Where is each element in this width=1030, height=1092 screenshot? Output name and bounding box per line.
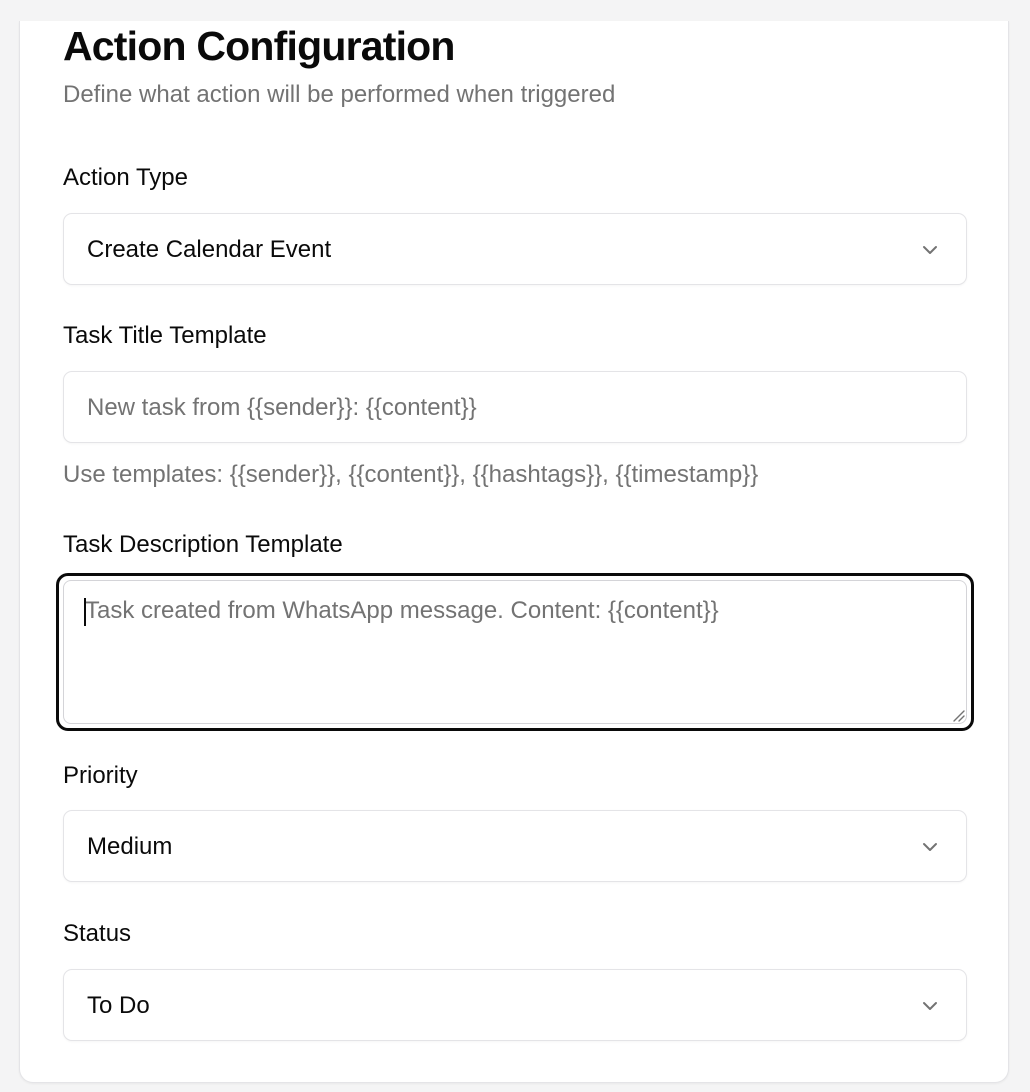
text-caret: [84, 598, 86, 626]
action-configuration-card: Action Configuration Define what action …: [19, 21, 1009, 1083]
chevron-down-icon: [923, 246, 937, 254]
status-value: To Do: [87, 992, 150, 1019]
priority-select[interactable]: Medium: [63, 810, 967, 882]
action-type-value: Create Calendar Event: [87, 236, 332, 263]
task-title-label: Task Title Template: [63, 322, 267, 349]
chevron-down-icon: [923, 843, 937, 851]
priority-value: Medium: [87, 833, 173, 860]
task-description-placeholder: Task created from WhatsApp message. Cont…: [85, 597, 719, 624]
page-subtitle: Define what action will be performed whe…: [63, 81, 616, 108]
task-title-input[interactable]: New task from {{sender}}: {{content}}: [63, 371, 967, 443]
chevron-down-icon: [923, 1002, 937, 1010]
action-type-select[interactable]: Create Calendar Event: [63, 213, 967, 285]
task-title-hint: Use templates: {{sender}}, {{content}}, …: [63, 461, 759, 488]
action-type-label: Action Type: [63, 164, 188, 191]
resize-handle-icon[interactable]: [951, 708, 965, 722]
task-description-label: Task Description Template: [63, 531, 343, 558]
status-label: Status: [63, 920, 132, 947]
status-select[interactable]: To Do: [63, 969, 967, 1041]
task-title-placeholder: New task from {{sender}}: {{content}}: [87, 394, 477, 421]
task-description-textarea[interactable]: Task created from WhatsApp message. Cont…: [56, 573, 974, 731]
priority-label: Priority: [63, 762, 138, 789]
page-title: Action Configuration: [63, 23, 455, 69]
